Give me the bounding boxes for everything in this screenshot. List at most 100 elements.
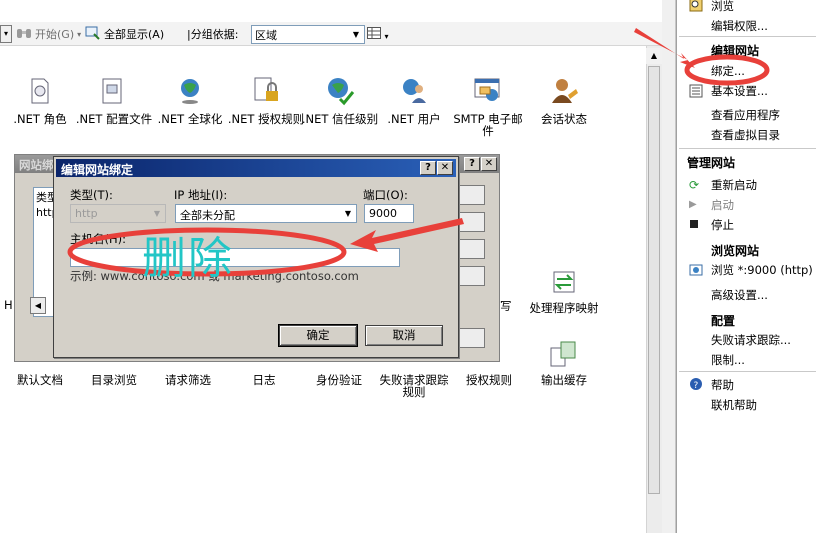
action-restart[interactable]: 重新启动 [711,177,757,193]
feature-label: 目录浏览 [91,373,137,387]
help-button[interactable]: ? [420,161,436,175]
section-browse-site: 浏览网站 [711,244,760,258]
chevron-down-icon: ▼ [344,209,352,218]
feature-net-profile[interactable]: .NET 配置文件 [74,75,154,125]
pane-splitter[interactable] [662,0,676,533]
remove-binding-button[interactable] [459,239,485,259]
action-bindings[interactable]: 绑定... [711,63,745,79]
feature-label: 输出缓存 [541,373,587,387]
action-stop[interactable]: 停止 [711,217,734,233]
feature-label: 处理程序映射 [529,301,599,315]
ip-address-select[interactable]: 全部未分配 ▼ [175,204,357,223]
net-profile-icon [98,75,130,107]
binoculars-icon [16,27,32,42]
action-failed-request-tracing[interactable]: 失败请求跟踪... [711,332,791,348]
feature-net-trust[interactable]: .NET 信任级别 [300,75,380,125]
divider [679,371,816,372]
feature-net-authorization[interactable]: .NET 授权规则 [226,75,306,125]
svg-text:?: ? [694,381,699,391]
feature-default-document[interactable]: 默认文档 [0,374,80,386]
close-button[interactable]: ✕ [437,161,453,175]
feature-label: 授权规则 [466,373,512,387]
feature-session-state[interactable]: 会话状态 [524,75,604,125]
edit-site-binding-dialog: 编辑网站绑定 ? ✕ 类型(T): http ▼ IP 地址(I): 全部未分配… [53,156,459,358]
scrollbar-thumb[interactable] [648,66,660,494]
group-by-label: |分组依据: [187,28,239,41]
feature-smtp-email[interactable]: SMTP 电子邮件 [448,75,528,137]
cancel-button[interactable]: 取消 [365,325,443,346]
type-select[interactable]: http ▼ [70,204,166,223]
group-by-select[interactable]: 区域 ▼ [251,25,365,44]
feature-directory-browsing[interactable]: 目录浏览 [74,374,154,386]
scroll-left-arrow-icon[interactable]: ◀ [30,297,46,314]
feature-label: .NET 用户 [387,112,441,126]
help-icon: ? [689,377,703,391]
action-browse-port[interactable]: 浏览 *:9000 (http) [711,262,813,278]
feature-handler-mappings[interactable]: 处理程序映射 [524,266,604,314]
feature-failed-request-tracing[interactable]: 失败请求跟踪规则 [374,374,454,398]
toolbar-dropdown-button[interactable]: ▾ [0,25,12,43]
add-binding-button[interactable] [459,185,485,205]
smtp-email-icon [472,75,504,107]
show-all-icon [85,26,101,43]
section-config: 配置 [711,314,736,328]
section-manage-site: 管理网站 [687,156,736,170]
hostname-label: 主机名(H): [70,232,126,246]
feature-request-filtering[interactable]: 请求筛选 [148,374,228,386]
browse-port-icon [689,263,703,277]
action-edit-permissions[interactable]: 编辑权限... [711,18,768,34]
action-start[interactable]: 启动 [711,197,734,213]
close-button[interactable]: ✕ [481,157,497,171]
feature-label: 日志 [252,373,276,387]
feature-label: .NET 信任级别 [301,112,379,126]
ok-button[interactable]: 确定 [278,324,358,347]
show-all-button[interactable]: 全部显示(A) [85,25,164,43]
action-basic-settings[interactable]: 基本设置... [711,83,768,99]
action-limits[interactable]: 限制... [711,352,745,368]
chevron-down-icon[interactable]: ▾ [77,30,81,39]
feature-output-cache[interactable]: 输出缓存 [524,374,604,386]
ip-address-label: IP 地址(I): [174,188,228,202]
start-icon: ▶ [689,199,697,210]
chevron-down-icon: ▼ [352,30,360,39]
net-roles-icon [24,75,56,107]
net-trust-icon [324,75,356,107]
browse-binding-button[interactable] [459,266,485,286]
view-mode-button[interactable]: ▾ [367,27,391,41]
edit-binding-titlebar: 编辑网站绑定 ? ✕ [56,159,456,177]
actions-pane: 浏览 编辑权限... 编辑网站 绑定... 基本设置... 查看应用程序 查看虚… [676,0,816,533]
chevron-down-icon: ▼ [153,209,161,218]
port-input[interactable]: 9000 [364,204,414,223]
close-dialog-button[interactable] [459,328,485,348]
group-by-value: 区域 [255,29,277,42]
action-online-help[interactable]: 联机帮助 [711,397,757,413]
feature-label: .NET 全球化 [157,112,223,126]
action-view-applications[interactable]: 查看应用程序 [711,107,780,123]
port-label: 端口(O): [363,188,408,202]
feature-authentication[interactable]: 身份验证 [299,374,379,386]
help-button[interactable]: ? [464,157,480,171]
edit-binding-button[interactable] [459,212,485,232]
ip-address-value: 全部未分配 [180,209,235,222]
feature-label: 身份验证 [316,373,362,387]
action-browse[interactable]: 浏览 [711,0,734,14]
feature-logging[interactable]: 日志 [224,374,304,386]
browse-icon [689,0,703,12]
feature-label: 失败请求跟踪规则 [379,373,449,399]
net-authorization-icon [250,75,282,107]
feature-net-globalization[interactable]: .NET 全球化 [150,75,230,125]
basic-settings-icon [689,84,703,98]
action-view-virtual-dirs[interactable]: 查看虚拟目录 [711,127,780,143]
dialog-title: 编辑网站绑定 [61,163,134,177]
action-advanced-settings[interactable]: 高级设置... [711,287,768,303]
feature-net-roles[interactable]: .NET 角色 [0,75,80,125]
scroll-up-arrow-icon[interactable]: ▲ [646,48,662,64]
feature-label: 请求筛选 [165,373,211,387]
action-help[interactable]: 帮助 [711,377,734,393]
hostname-input[interactable] [70,248,400,267]
feature-net-users[interactable]: .NET 用户 [374,75,454,125]
net-users-icon [398,75,430,107]
start-button[interactable]: 开始(G) ▾ [16,25,81,43]
feature-authorization-rules[interactable]: 授权规则 [449,374,529,386]
feature-label: SMTP 电子邮件 [453,112,523,138]
